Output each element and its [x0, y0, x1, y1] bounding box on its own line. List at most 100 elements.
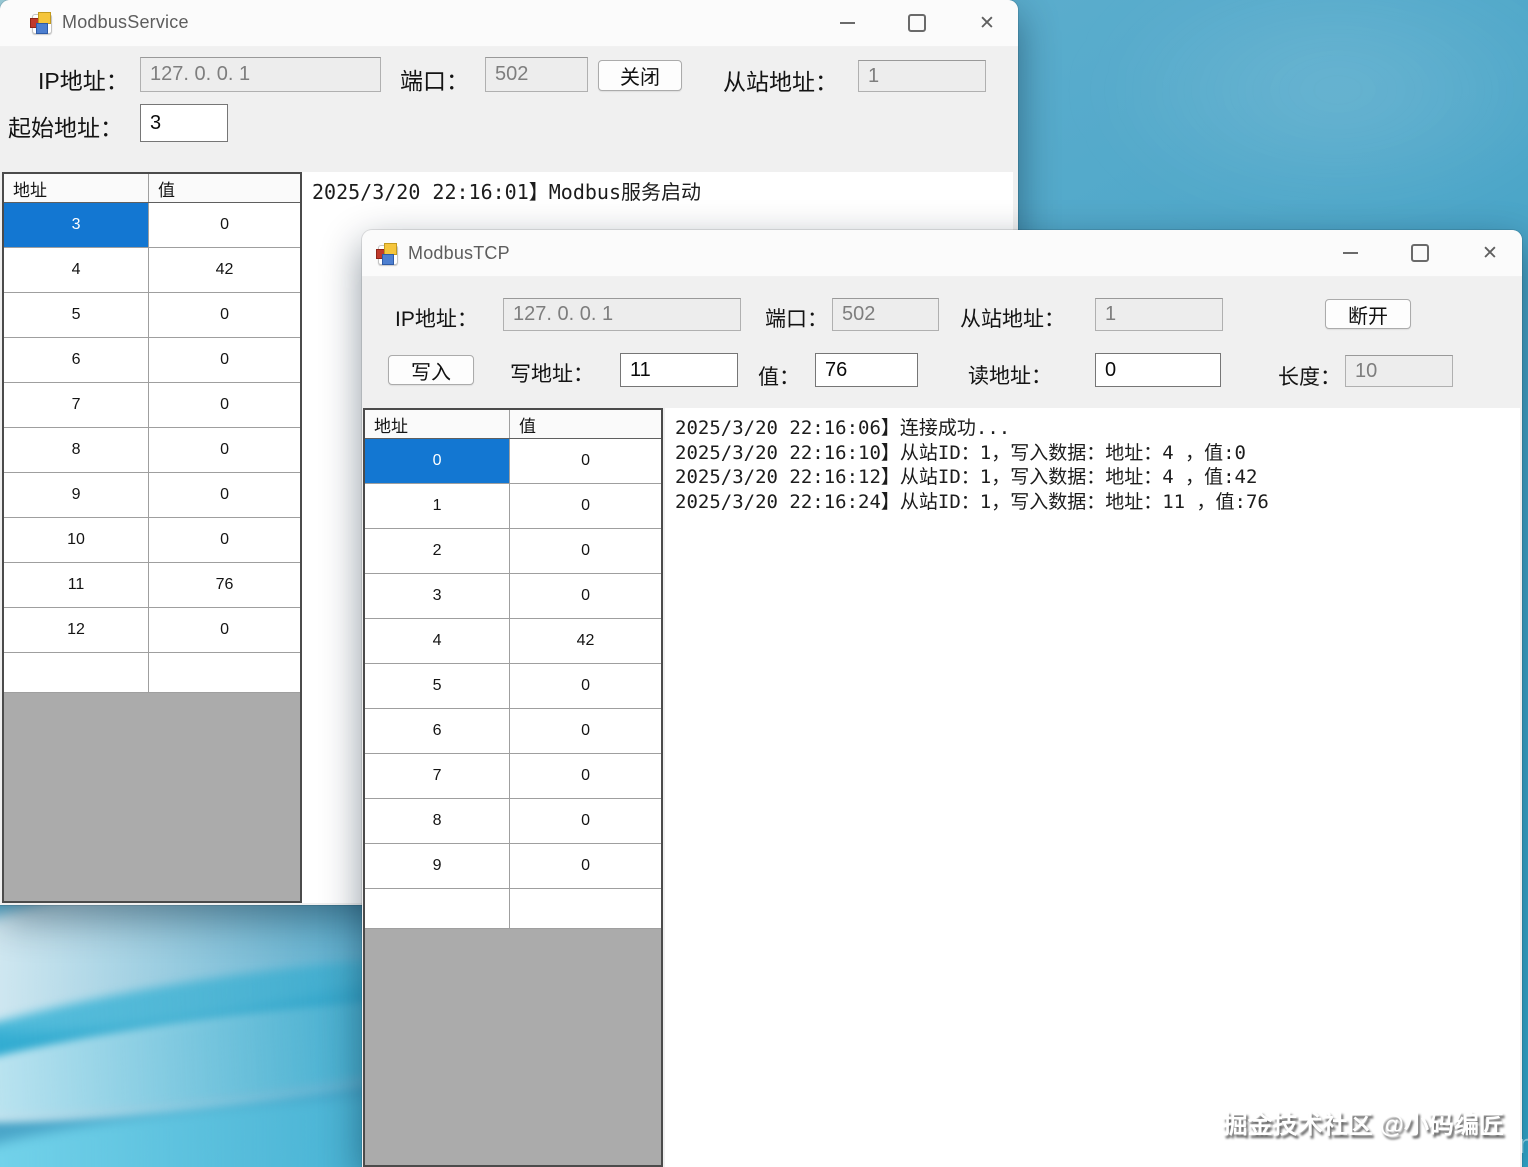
close-button[interactable]: ✕	[1475, 238, 1505, 268]
table-row: 4 42	[4, 248, 300, 293]
service-close-service-button[interactable]: 关闭	[598, 60, 682, 91]
table-cell-empty[interactable]	[4, 653, 150, 692]
table-cell[interactable]: 0	[510, 754, 661, 798]
app-icon	[30, 12, 52, 34]
table-cell[interactable]: 9	[4, 473, 150, 517]
table-row: 50	[4, 293, 300, 338]
log-line: 2025/3/20 22:16:12】从站ID：1，写入数据：地址：4 ，值:4…	[675, 466, 1258, 488]
slave-address-label: 从站地址：	[723, 69, 838, 95]
table-cell[interactable]: 0	[510, 709, 661, 753]
table-cell[interactable]: 0	[510, 574, 661, 618]
table-cell-empty[interactable]	[149, 653, 300, 692]
table-cell[interactable]: 76	[149, 563, 300, 607]
table-row: 90	[365, 844, 661, 889]
table-cell[interactable]: 6	[4, 338, 150, 382]
table-cell[interactable]: 0	[149, 293, 300, 337]
minimize-button[interactable]	[832, 8, 862, 38]
table-new-row[interactable]	[365, 889, 661, 929]
write-address-input[interactable]: 11	[620, 353, 738, 387]
table-cell[interactable]: 11	[4, 563, 150, 607]
tcp-port-input[interactable]: 502	[832, 298, 939, 331]
column-header[interactable]: 地址	[365, 410, 511, 438]
maximize-icon	[908, 14, 926, 32]
table-cell[interactable]: 3	[4, 203, 150, 247]
table-row: 50	[365, 664, 661, 709]
service-port-input[interactable]: 502	[485, 57, 588, 92]
table-cell[interactable]: 4	[4, 248, 150, 292]
value-label: 值：	[758, 366, 800, 389]
read-address-input[interactable]: 0	[1095, 353, 1221, 387]
table-cell[interactable]: 4	[365, 619, 511, 663]
service-slave-input[interactable]: 1	[858, 60, 986, 92]
desktop: ModbusService ✕ IP地址： 127. 0. 0. 1 端口： 5…	[0, 0, 1528, 1167]
log-line: 2025/3/20 22:16:24】从站ID：1，写入数据：地址：11 ，值:…	[675, 490, 1269, 513]
table-cell[interactable]: 0	[510, 439, 661, 483]
table-cell[interactable]: 1	[365, 484, 511, 528]
table-cell[interactable]: 0	[149, 608, 300, 652]
table-cell[interactable]: 0	[149, 473, 300, 517]
table-row: 70	[4, 383, 300, 428]
table-new-row[interactable]	[4, 653, 300, 693]
service-register-table[interactable]: 地址值 3 0 4 42 5 0 6 0 7 0 8 0 9 0 10 0 11 76 12 0	[2, 172, 302, 903]
tcp-register-table[interactable]: 地址值 0 0 1 0 2 0 3 0 4 42 5 0 6 0 7 0 8 0 9 0	[363, 408, 663, 1167]
minimize-button[interactable]	[1335, 238, 1365, 268]
table-cell[interactable]: 0	[149, 383, 300, 427]
maximize-button[interactable]	[902, 8, 932, 38]
table-row: 4 42	[365, 619, 661, 664]
table-cell[interactable]: 12	[4, 608, 150, 652]
table-cell[interactable]: 0	[365, 439, 511, 483]
table-cell-empty[interactable]	[510, 889, 661, 928]
length-input[interactable]: 10	[1345, 355, 1453, 387]
modbus-tcp-window: ModbusTCP ✕ IP地址： 127. 0. 0. 1 端口： 502 从…	[362, 230, 1522, 1167]
port-label: 端口：	[400, 68, 469, 94]
table-row: 80	[4, 428, 300, 473]
disconnect-button[interactable]: 断开	[1325, 299, 1411, 329]
column-header[interactable]: 值	[510, 410, 661, 438]
table-cell[interactable]: 42	[510, 619, 661, 663]
table-row: 80	[365, 799, 661, 844]
table-cell[interactable]: 0	[149, 518, 300, 562]
value-input[interactable]: 76	[815, 353, 918, 387]
table-cell[interactable]: 0	[510, 799, 661, 843]
read-address-label: 读地址：	[968, 365, 1052, 388]
table-cell[interactable]: 7	[365, 754, 511, 798]
table-cell[interactable]: 0	[149, 338, 300, 382]
table-cell[interactable]: 0	[149, 203, 300, 247]
table-cell[interactable]: 2	[365, 529, 511, 573]
table-cell[interactable]: 0	[510, 484, 661, 528]
table-cell[interactable]: 0	[510, 664, 661, 708]
table-row: 10 0	[4, 518, 300, 563]
table-cell-empty[interactable]	[365, 889, 511, 928]
table-cell[interactable]: 3	[365, 574, 511, 618]
table-cell[interactable]: 6	[365, 709, 511, 753]
table-cell[interactable]: 5	[4, 293, 150, 337]
write-button[interactable]: 写入	[388, 355, 474, 385]
close-button[interactable]: ✕	[972, 8, 1002, 38]
app-icon	[376, 243, 398, 265]
table-row: 00	[365, 439, 661, 484]
table-cell[interactable]: 0	[510, 529, 661, 573]
table-cell[interactable]: 8	[365, 799, 511, 843]
table-row: 30	[4, 203, 300, 248]
service-start-address-input[interactable]: 3	[140, 104, 228, 142]
table-cell[interactable]: 8	[4, 428, 150, 472]
table-cell[interactable]: 7	[4, 383, 150, 427]
tcp-log[interactable]: 2025/3/20 22:16:06】连接成功... 2025/3/20 22:1…	[665, 408, 1520, 1167]
table-cell[interactable]: 9	[365, 844, 511, 888]
table-cell[interactable]: 5	[365, 664, 511, 708]
column-header[interactable]: 值	[149, 174, 300, 202]
ip-label: IP地址：	[395, 308, 478, 331]
column-header[interactable]: 地址	[4, 174, 150, 202]
slave-address-label: 从站地址：	[960, 308, 1065, 331]
maximize-button[interactable]	[1405, 238, 1435, 268]
tcp-titlebar[interactable]: ModbusTCP ✕	[362, 230, 1522, 277]
table-row: 11 76	[4, 563, 300, 608]
tcp-slave-input[interactable]: 1	[1095, 298, 1223, 331]
table-cell[interactable]: 0	[149, 428, 300, 472]
service-ip-input[interactable]: 127. 0. 0. 1	[140, 57, 381, 92]
table-cell[interactable]: 0	[510, 844, 661, 888]
table-cell[interactable]: 10	[4, 518, 150, 562]
table-cell[interactable]: 42	[149, 248, 300, 292]
tcp-ip-input[interactable]: 127. 0. 0. 1	[503, 298, 741, 331]
service-titlebar[interactable]: ModbusService ✕	[0, 0, 1018, 47]
